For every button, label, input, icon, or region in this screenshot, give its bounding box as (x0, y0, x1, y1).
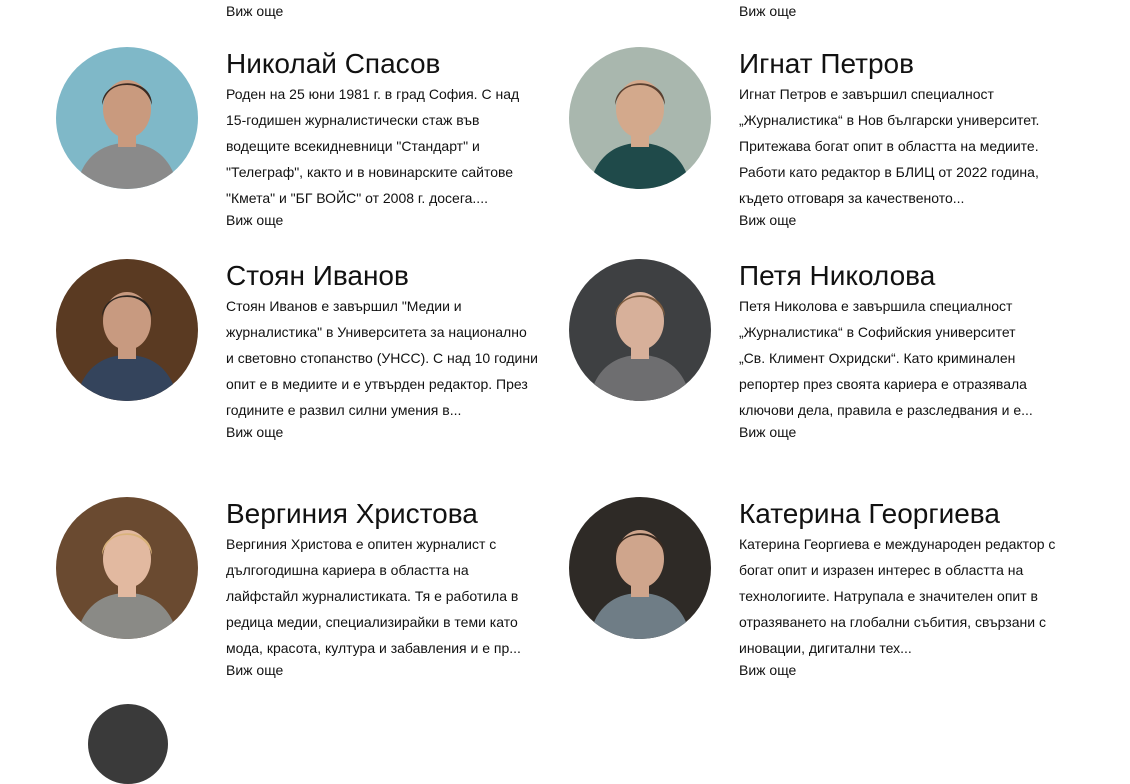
author-bio: Вергиния Христова е опитен журналист с д… (226, 536, 521, 656)
view-more-link[interactable]: Виж още (226, 424, 538, 440)
author-photo[interactable] (569, 497, 711, 639)
author-info: Игнат Петров Игнат Петров е завършил спе… (739, 47, 1059, 228)
author-info: Стоян Иванов Стоян Иванов е завършил "Ме… (226, 259, 538, 440)
author-info: Петя Николова Петя Николова е завършила … (739, 259, 1039, 440)
author-info: Вергиния Христова Вергиния Христова е оп… (226, 497, 531, 678)
author-bio: Игнат Петров е завършил специалност „Жур… (739, 86, 1040, 206)
view-more-link[interactable]: Виж още (226, 3, 283, 19)
author-bio: Стоян Иванов е завършил "Медии и журнали… (226, 298, 538, 418)
author-name[interactable]: Катерина Георгиева (739, 497, 1057, 531)
author-bio: Петя Николова е завършила специалност „Ж… (739, 298, 1033, 418)
author-photo[interactable] (56, 497, 198, 639)
author-photo[interactable] (569, 259, 711, 401)
author-photo[interactable] (569, 47, 711, 189)
author-info: Николай Спасов Роден на 25 юни 1981 г. в… (226, 47, 536, 228)
author-bio: Катерина Георгиева е международен редакт… (739, 536, 1056, 656)
view-more-link[interactable]: Виж още (226, 662, 531, 678)
view-more-link[interactable]: Виж още (739, 662, 1057, 678)
author-name[interactable]: Стоян Иванов (226, 259, 538, 293)
author-name[interactable]: Петя Николова (739, 259, 1039, 293)
author-name[interactable]: Игнат Петров (739, 47, 1059, 81)
avatar (88, 704, 168, 784)
view-more-link[interactable]: Виж още (739, 424, 1039, 440)
view-more-link[interactable]: Виж още (739, 212, 1059, 228)
author-name[interactable]: Николай Спасов (226, 47, 536, 81)
author-info: Катерина Георгиева Катерина Георгиева е … (739, 497, 1057, 678)
author-bio: Роден на 25 юни 1981 г. в град София. С … (226, 86, 520, 206)
author-photo[interactable] (56, 259, 198, 401)
author-name[interactable]: Вергиния Христова (226, 497, 531, 531)
view-more-link[interactable]: Виж още (739, 3, 796, 19)
author-photo[interactable] (56, 47, 198, 189)
view-more-link[interactable]: Виж още (226, 212, 536, 228)
